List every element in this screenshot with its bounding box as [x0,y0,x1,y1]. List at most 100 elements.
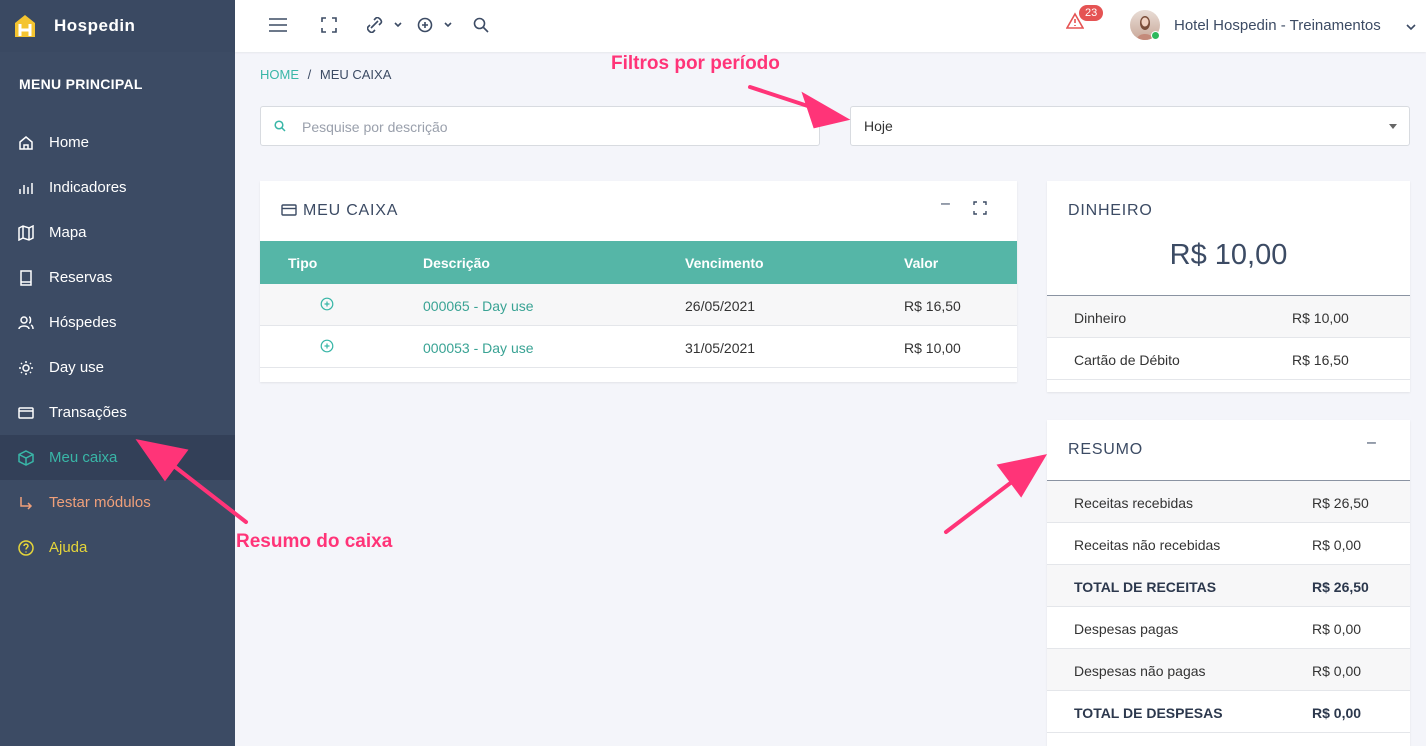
period-filter-value: Hoje [864,118,893,134]
item-value: R$ 0,00 [1312,537,1362,553]
list-item: Despesas pagas R$ 0,00 [1047,607,1410,649]
sidebar-item-meu-caixa[interactable]: Meu caixa [0,435,235,480]
book-icon [17,269,35,287]
sidebar-item-label: Mapa [49,224,87,241]
plus-circle-icon [320,297,334,311]
item-value: R$ 0,00 [1312,621,1362,637]
sidebar-item-label: Ajuda [49,539,88,556]
sidebar-item-home[interactable]: Home [0,120,235,165]
users-icon [17,314,35,332]
sidebar-item-transacoes[interactable]: Transações [0,390,235,435]
table-row[interactable]: 000065 - Day use 26/05/2021 R$ 16,50 [260,284,1017,326]
hospedin-logo [15,15,35,37]
arrowhead-resumo [996,454,1048,498]
search-input[interactable]: Pesquise por descrição [260,106,820,146]
maximize-icon[interactable] [973,201,987,215]
breadcrumb-current: MEU CAIXA [319,67,392,82]
hotel-name[interactable]: Hotel Hospedin - Treinamentos [1174,17,1381,34]
item-value: R$ 16,50 [1292,352,1349,368]
plus-circle-icon [320,339,334,353]
online-status-dot [1151,31,1160,40]
map-icon [17,224,35,242]
dinheiro-title: DINHEIRO [1068,202,1153,219]
list-item: Receitas recebidas R$ 26,50 [1047,481,1410,523]
breadcrumb-separator: / [307,67,312,82]
brand[interactable]: Hospedin [0,0,235,52]
caret-down-icon [1389,124,1397,129]
sidebar-item-label: Testar módulos [49,494,151,511]
annotation-resumo-caixa: Resumo do caixa [236,531,393,552]
dinheiro-card: DINHEIRO R$ 10,00 Dinheiro R$ 10,00 Cart… [1047,181,1410,392]
topbar: 23 Hotel Hospedin - Treinamentos [235,0,1426,52]
list-item: Cartão de Débito R$ 16,50 [1047,338,1410,380]
list-item: Despesas não pagas R$ 0,00 [1047,649,1410,691]
sidebar-item-label: Indicadores [49,179,127,196]
arrow-icon [17,494,35,512]
list-item: TOTAL DE DESPESAS R$ 0,00 [1047,691,1410,733]
item-label: Receitas recebidas [1074,495,1194,511]
breadcrumb: HOME / MEU CAIXA [260,67,391,82]
search-icon[interactable] [473,14,489,36]
fullscreen-icon[interactable] [321,14,337,36]
item-label: TOTAL DE DESPESAS [1074,705,1223,721]
sidebar-item-hospedes[interactable]: Hóspedes [0,300,235,345]
period-filter-select[interactable]: Hoje [850,106,1410,146]
column-header-valor[interactable]: Valor [904,255,938,271]
column-header-tipo[interactable]: Tipo [288,255,317,271]
table-row[interactable]: 000053 - Day use 31/05/2021 R$ 10,00 [260,326,1017,368]
sun-icon [17,359,35,377]
search-placeholder: Pesquise por descrição [302,119,448,135]
menu-title: MENU PRINCIPAL [19,76,143,92]
help-icon [17,539,35,557]
item-label: TOTAL DE RECEITAS [1074,579,1217,595]
hamburger-menu-icon[interactable] [268,14,288,36]
item-label: Receitas não recebidas [1074,537,1221,553]
minimize-icon[interactable]: – [941,195,950,213]
row-descricao-link[interactable]: 000053 - Day use [423,340,534,356]
dinheiro-total: R$ 10,00 [1169,239,1288,271]
chart-icon [17,179,35,197]
item-value: R$ 26,50 [1312,579,1369,595]
breadcrumb-home[interactable]: HOME [260,67,299,82]
annotation-filtros: Filtros por período [611,53,780,74]
item-label: Dinheiro [1074,310,1127,326]
minimize-icon[interactable]: – [1367,434,1376,452]
sidebar-item-testar-modulos[interactable]: Testar módulos [0,480,235,525]
sidebar-item-label: Transações [49,404,127,421]
search-icon [274,120,286,132]
sidebar-item-mapa[interactable]: Mapa [0,210,235,255]
sidebar-item-label: Home [49,134,90,151]
sidebar-item-label: Hóspedes [49,314,117,331]
resumo-title: RESUMO [1068,441,1144,458]
sidebar: Hospedin MENU PRINCIPAL Home Indicadores… [0,0,235,746]
item-label: Despesas não pagas [1074,663,1206,679]
chevron-down-icon[interactable] [1405,19,1417,37]
column-header-vencimento[interactable]: Vencimento [685,255,764,271]
cube-icon [17,449,35,467]
list-item: Dinheiro R$ 10,00 [1047,296,1410,338]
row-valor: R$ 16,50 [904,298,961,314]
item-value: R$ 0,00 [1312,663,1362,679]
brand-name: Hospedin [54,16,136,35]
card-icon [281,204,297,216]
sidebar-item-label: Reservas [49,269,113,286]
sidebar-item-ajuda[interactable]: Ajuda [0,525,235,570]
table-header: Tipo Descrição Vencimento Valor [260,241,1017,284]
home-icon [17,134,35,152]
list-item: Receitas não recebidas R$ 0,00 [1047,523,1410,565]
arrow-to-resumo [944,476,1019,534]
sidebar-item-indicadores[interactable]: Indicadores [0,165,235,210]
meu-caixa-title: MEU CAIXA [303,202,399,219]
sidebar-item-reservas[interactable]: Reservas [0,255,235,300]
sidebar-item-day-use[interactable]: Day use [0,345,235,390]
add-dropdown-icon[interactable] [417,14,457,36]
row-valor: R$ 10,00 [904,340,961,356]
alert-count-badge[interactable]: 23 [1079,5,1104,21]
item-label: Cartão de Débito [1074,352,1180,368]
item-value: R$ 0,00 [1312,705,1362,721]
row-descricao-link[interactable]: 000065 - Day use [423,298,534,314]
item-value: R$ 10,00 [1292,310,1349,326]
column-header-descricao[interactable]: Descrição [423,255,490,271]
link-dropdown-icon[interactable] [367,14,405,36]
item-label: Despesas pagas [1074,621,1179,637]
